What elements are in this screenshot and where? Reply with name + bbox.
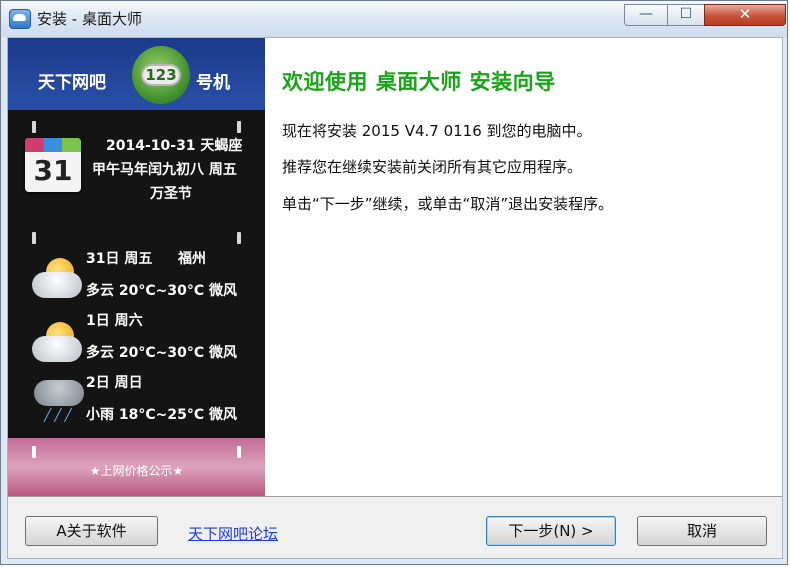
pin-icon	[32, 446, 36, 458]
app-icon	[9, 9, 31, 29]
light-rain-icon: ╱╱╱	[34, 376, 86, 422]
banner-price-notice: ★上网价格公示★	[8, 438, 265, 496]
pin-icon	[32, 232, 36, 244]
minimize-icon: —	[639, 6, 653, 22]
banner-brand-right: 号机	[196, 73, 230, 93]
instruction-text: 单击“下一步”继续，或单击“取消”退出安装程序。	[282, 195, 614, 213]
weather-day1-desc: 多云 20°C~30°C 微风	[86, 283, 237, 299]
close-icon: ✕	[738, 5, 752, 23]
cancel-button[interactable]: 取消	[637, 516, 767, 546]
window-title: 安装 - 桌面大师	[37, 10, 142, 28]
maximize-button[interactable]: ☐	[667, 4, 705, 26]
forum-link[interactable]: 天下网吧论坛	[188, 523, 278, 544]
wizard-content: 欢迎使用 桌面大师 安装向导 现在将安装 2015 V4.7 0116 到您的电…	[265, 38, 782, 496]
wizard-banner-image: 天下网吧 123 号机 31 2014-10-31 天蝎座 甲午马年闰九初八 周…	[8, 38, 265, 496]
banner-brand-left: 天下网吧	[38, 73, 106, 93]
title-bar[interactable]: 安装 - 桌面大师 — ☐ ✕	[1, 1, 787, 37]
minimize-button[interactable]: —	[624, 4, 668, 26]
page-title: 欢迎使用 桌面大师 安装向导	[282, 70, 556, 94]
wizard-client-area: 天下网吧 123 号机 31 2014-10-31 天蝎座 甲午马年闰九初八 周…	[7, 37, 783, 559]
pin-icon	[237, 232, 241, 244]
calendar-holiday-line: 万圣节	[150, 186, 192, 202]
next-button[interactable]: 下一步(N) >	[486, 516, 616, 546]
install-info-text: 现在将安装 2015 V4.7 0116 到您的电脑中。	[282, 122, 592, 140]
pin-icon	[237, 121, 241, 133]
close-apps-text: 推荐您在继续安装前关闭所有其它应用程序。	[282, 158, 583, 176]
calendar-lunar-line: 甲午马年闰九初八 周五	[92, 162, 237, 178]
maximize-icon: ☐	[679, 6, 693, 22]
installer-window: 安装 - 桌面大师 — ☐ ✕ 天下网吧 123 号机 31 2014-10-3…	[0, 0, 788, 565]
pin-badge-icon: 123	[132, 46, 190, 104]
partly-cloudy-icon	[32, 322, 84, 366]
calendar-day: 31	[33, 154, 73, 187]
calendar-icon: 31	[25, 138, 81, 192]
footer-divider	[8, 496, 782, 497]
weather-day3-date: 2日 周日	[86, 375, 143, 391]
weather-day2-desc: 多云 20°C~30°C 微风	[86, 345, 237, 361]
banner-brand-strip: 天下网吧 123 号机	[8, 38, 265, 110]
weather-day1-date: 31日 周五	[86, 251, 153, 267]
partly-cloudy-icon	[32, 258, 84, 302]
calendar-date-line: 2014-10-31 天蝎座	[106, 138, 243, 154]
price-notice-text: ★上网价格公示★	[89, 464, 184, 478]
weather-city: 福州	[178, 251, 206, 267]
pin-icon	[237, 446, 241, 458]
pin-icon	[32, 121, 36, 133]
badge-number: 123	[141, 64, 181, 86]
close-button[interactable]: ✕	[704, 4, 786, 26]
weather-day2-date: 1日 周六	[86, 313, 143, 329]
weather-day3-desc: 小雨 18°C~25°C 微风	[86, 407, 237, 423]
about-software-button[interactable]: A关于软件	[25, 516, 158, 546]
